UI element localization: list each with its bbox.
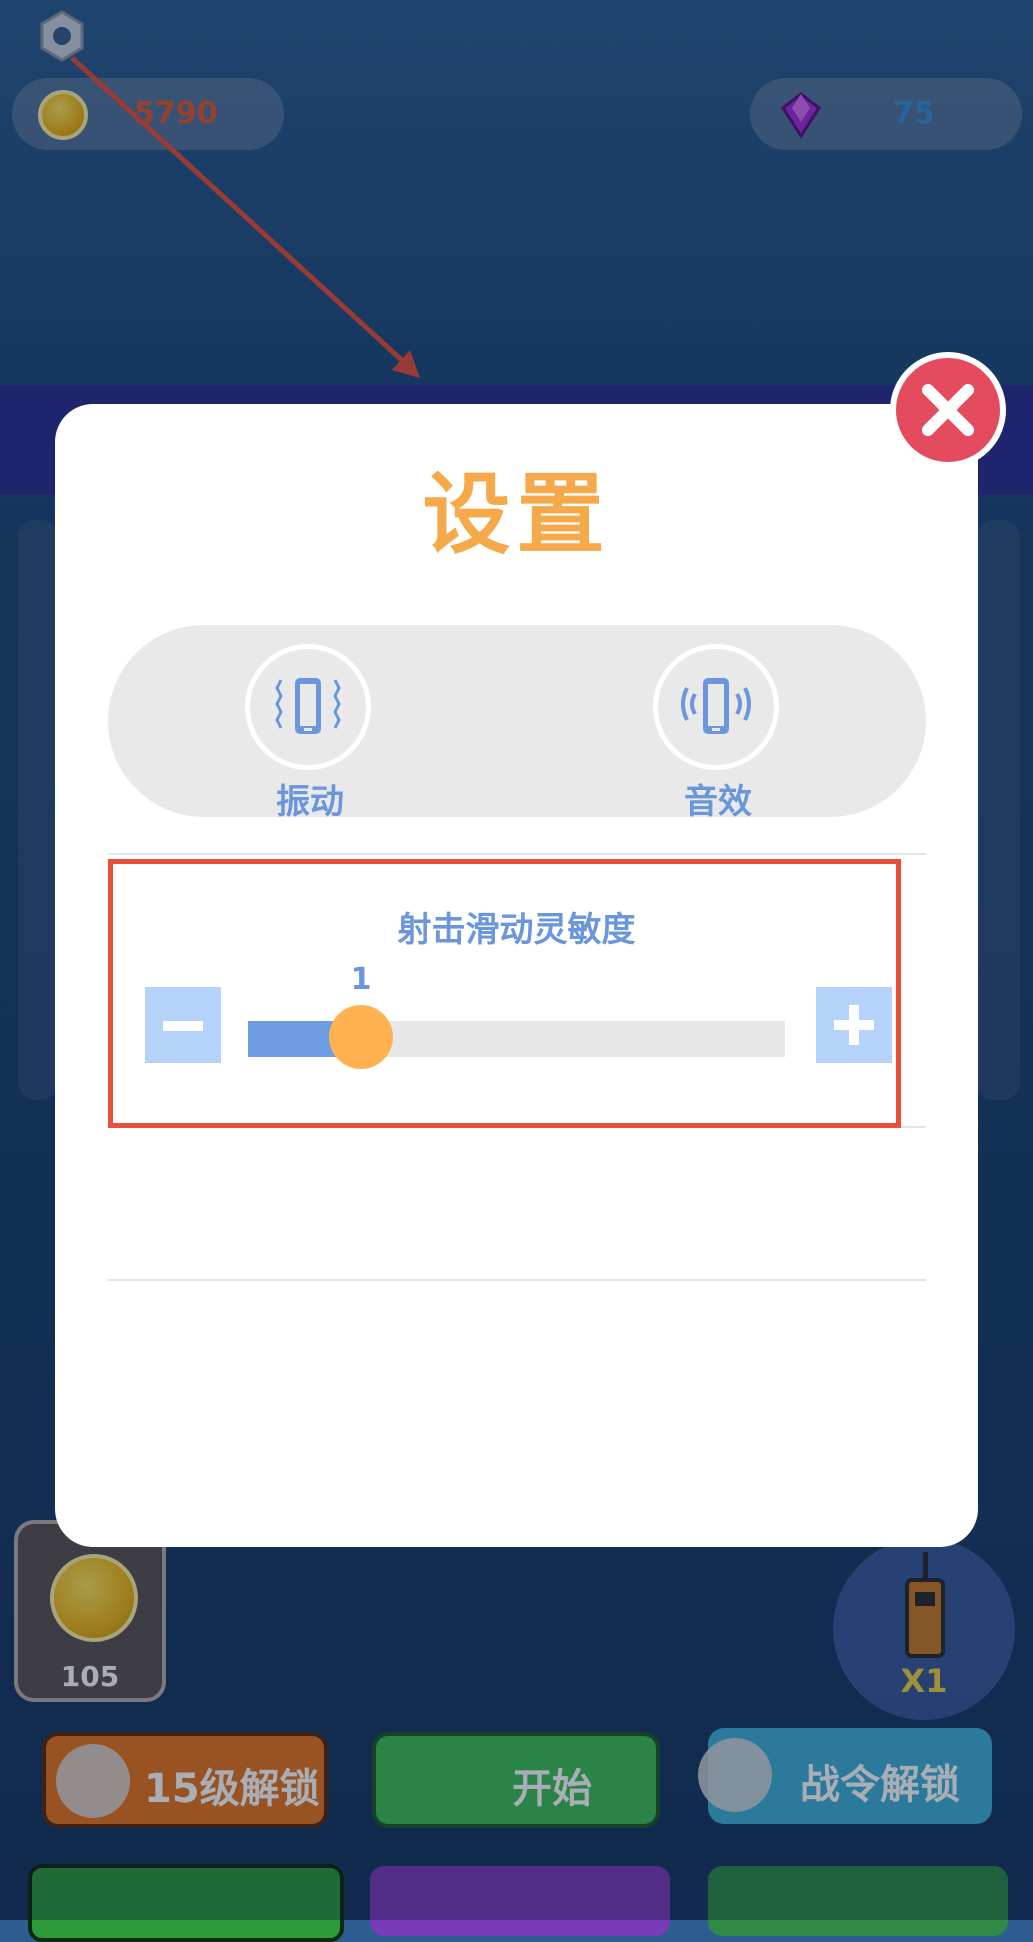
close-icon [922,384,974,436]
settings-title: 设置 [422,463,611,566]
toggle-group: 振动 音效 [108,625,926,822]
vibration-label: 振动 [276,782,344,822]
vibration-button[interactable] [245,644,371,770]
divider [108,1279,926,1281]
sound-icon [681,678,751,734]
annotation-highlight-box [108,859,901,1128]
close-button[interactable] [890,352,1006,468]
divider [108,853,926,855]
sound-button[interactable] [653,644,779,770]
sound-toggle[interactable]: 音效 [653,644,783,823]
vibration-toggle[interactable]: 振动 [245,644,375,823]
sound-label: 音效 [684,782,752,822]
vibration-icon [275,678,341,734]
